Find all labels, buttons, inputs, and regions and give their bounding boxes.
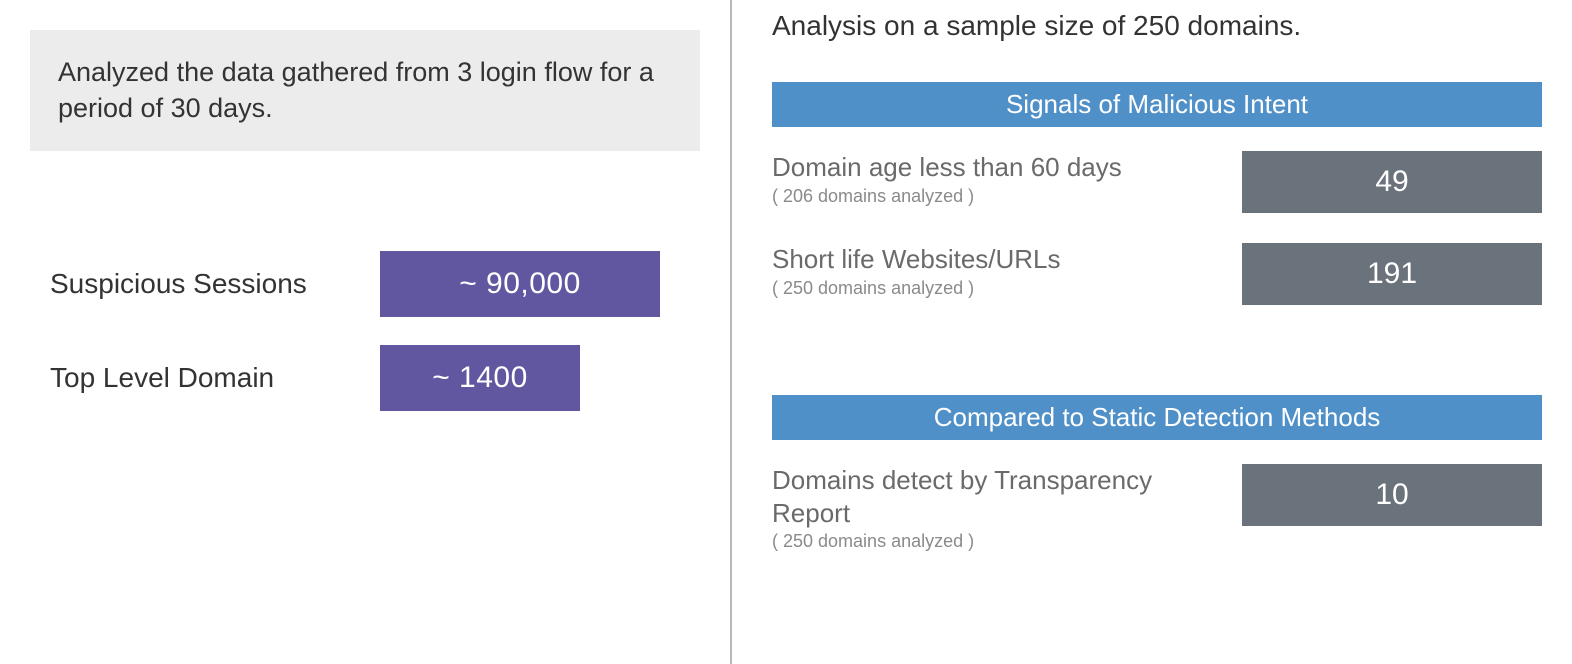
sample-size-text: Analysis on a sample size of 250 domains… bbox=[772, 10, 1542, 42]
stat-label: Top Level Domain bbox=[50, 362, 350, 394]
signal-row: Domain age less than 60 days ( 206 domai… bbox=[772, 151, 1542, 213]
right-column: Analysis on a sample size of 250 domains… bbox=[732, 0, 1572, 664]
stat-value: ~ 1400 bbox=[380, 345, 580, 411]
signal-value: 191 bbox=[1242, 243, 1542, 305]
signal-title: Domain age less than 60 days bbox=[772, 151, 1222, 184]
spacer bbox=[772, 335, 1542, 395]
slide: Analyzed the data gathered from 3 login … bbox=[0, 0, 1572, 664]
stat-row: Suspicious Sessions ~ 90,000 bbox=[50, 251, 700, 317]
signal-title: Domains detect by Transparency Report bbox=[772, 464, 1222, 529]
signal-title: Short life Websites/URLs bbox=[772, 243, 1222, 276]
signal-row: Domains detect by Transparency Report ( … bbox=[772, 464, 1542, 552]
signal-value: 49 bbox=[1242, 151, 1542, 213]
left-stats: Suspicious Sessions ~ 90,000 Top Level D… bbox=[30, 251, 700, 411]
intro-box: Analyzed the data gathered from 3 login … bbox=[30, 30, 700, 151]
signal-sub: ( 250 domains analyzed ) bbox=[772, 278, 1222, 299]
signal-sub: ( 206 domains analyzed ) bbox=[772, 186, 1222, 207]
stat-row: Top Level Domain ~ 1400 bbox=[50, 345, 700, 411]
stat-label: Suspicious Sessions bbox=[50, 268, 350, 300]
section-header-compared: Compared to Static Detection Methods bbox=[772, 395, 1542, 440]
signal-text: Domains detect by Transparency Report ( … bbox=[772, 464, 1242, 552]
signal-text: Domain age less than 60 days ( 206 domai… bbox=[772, 151, 1242, 207]
signal-text: Short life Websites/URLs ( 250 domains a… bbox=[772, 243, 1242, 299]
signal-sub: ( 250 domains analyzed ) bbox=[772, 531, 1222, 552]
signal-value: 10 bbox=[1242, 464, 1542, 526]
signal-row: Short life Websites/URLs ( 250 domains a… bbox=[772, 243, 1542, 305]
section-header-signals: Signals of Malicious Intent bbox=[772, 82, 1542, 127]
stat-value: ~ 90,000 bbox=[380, 251, 660, 317]
left-column: Analyzed the data gathered from 3 login … bbox=[0, 0, 730, 664]
